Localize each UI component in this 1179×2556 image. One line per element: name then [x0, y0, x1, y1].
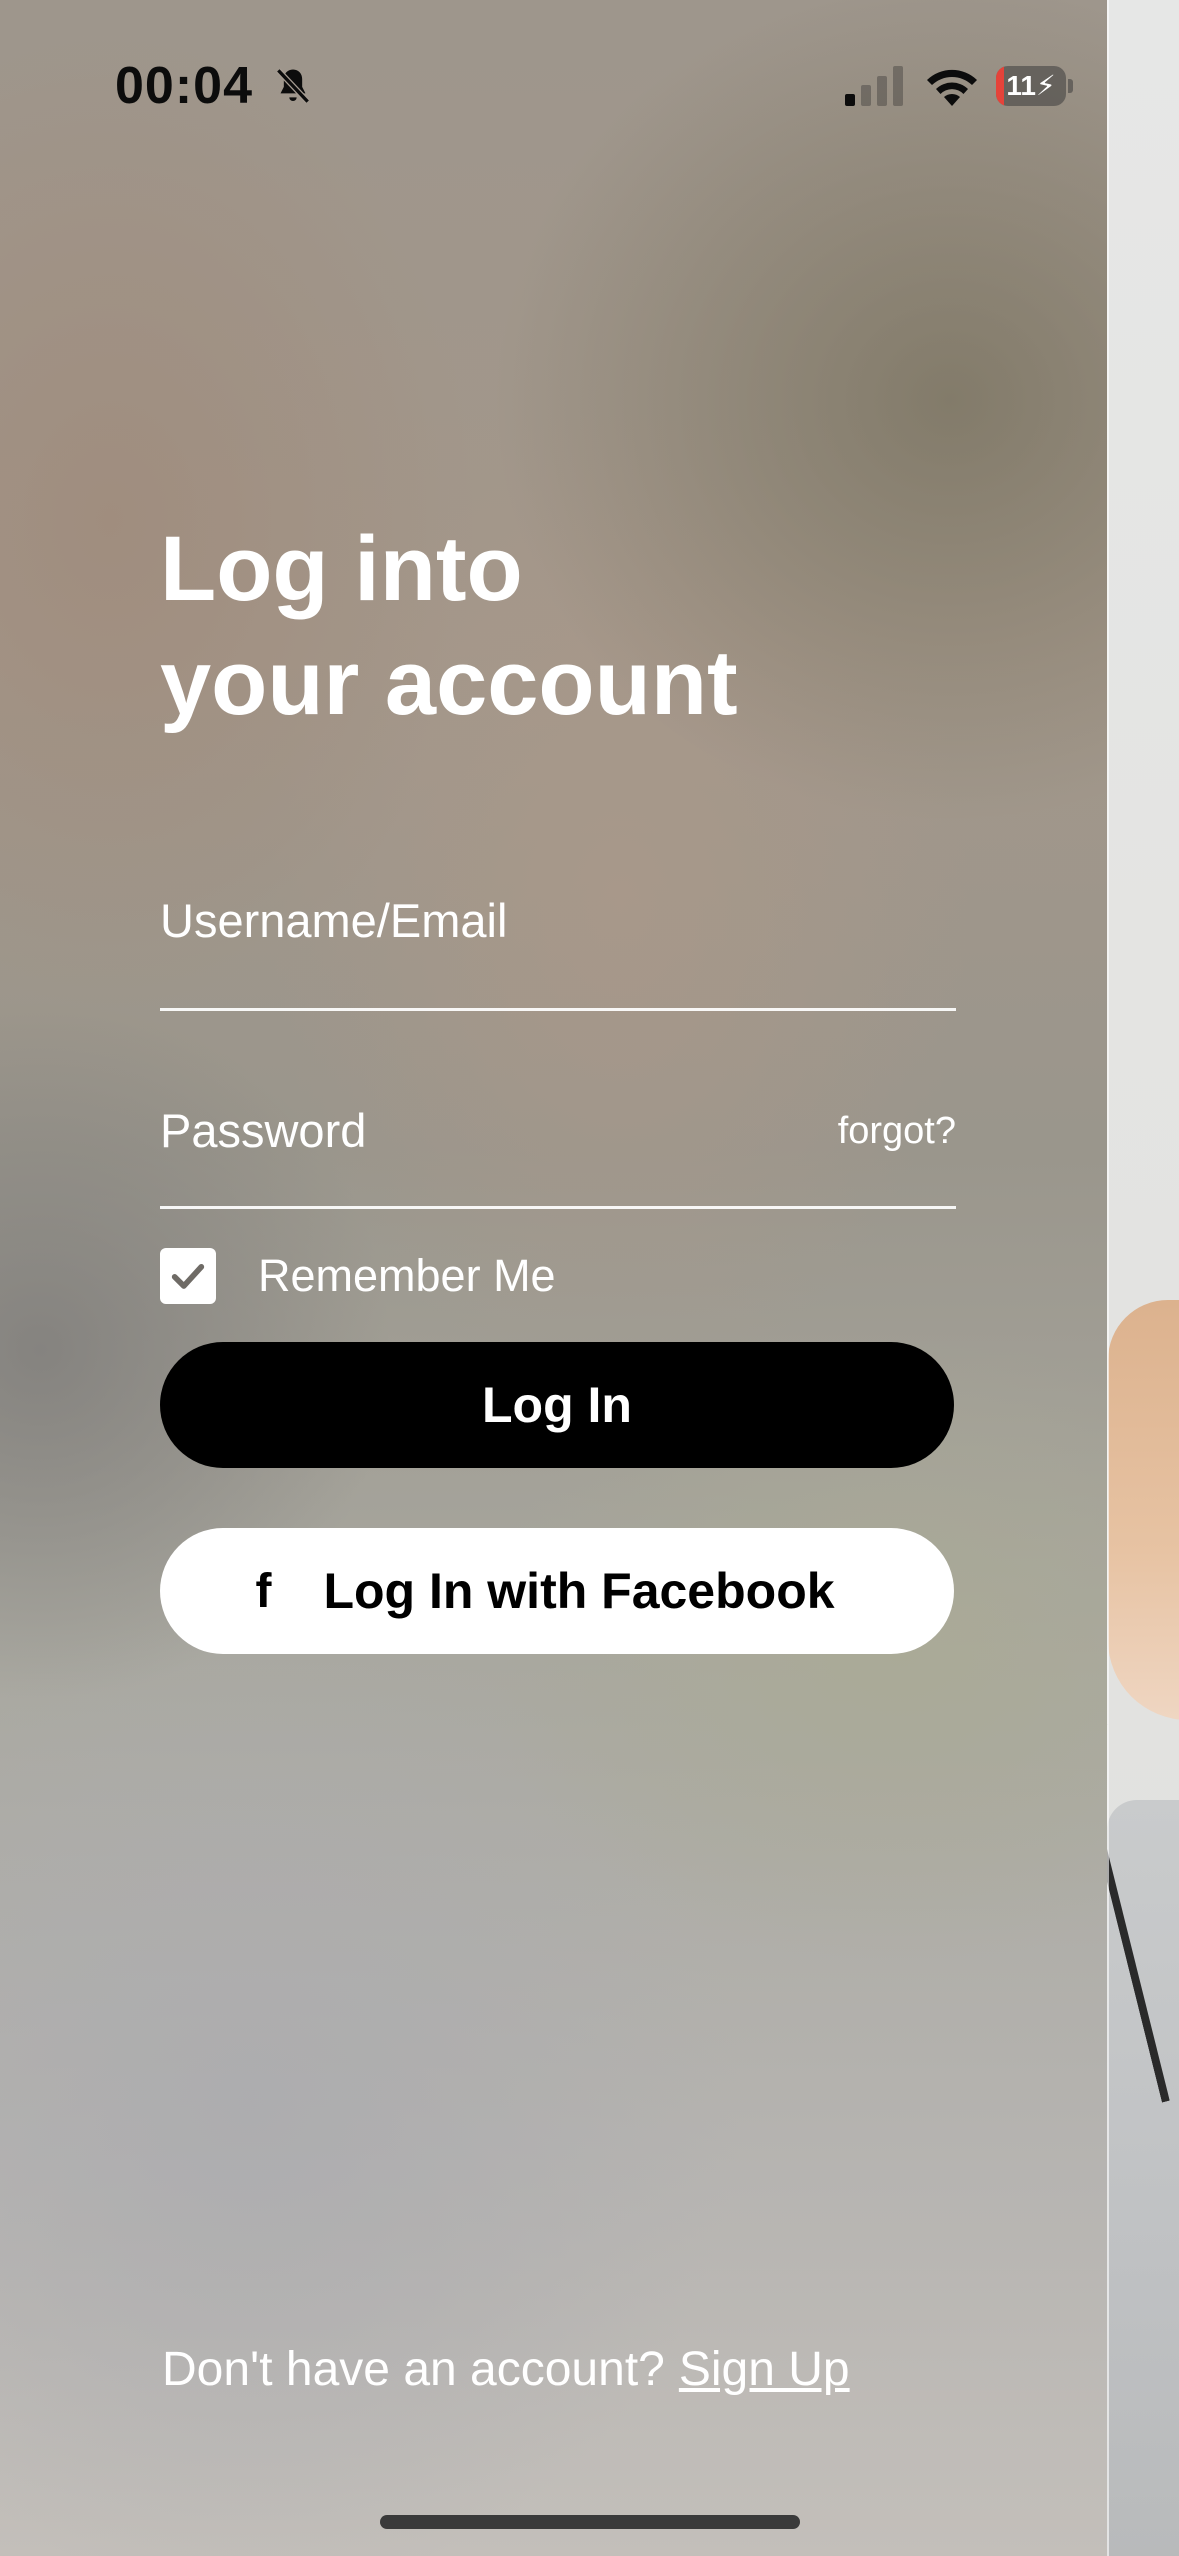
signup-link[interactable]: Sign Up — [679, 2343, 850, 2396]
battery-cap — [1068, 79, 1073, 93]
title-line-2: your account — [160, 632, 738, 734]
page-divider — [1107, 0, 1109, 2556]
username-field — [160, 880, 956, 1011]
status-time: 00:04 — [115, 57, 253, 115]
preview-arm — [1108, 1300, 1179, 1720]
login-screen: 00:04 11⚡ Log into your account forgot? — [0, 0, 1179, 2556]
username-input[interactable] — [160, 880, 820, 960]
login-button[interactable]: Log In — [160, 1342, 954, 1468]
battery-percentage: 11⚡ — [1006, 70, 1056, 101]
remember-me-checkbox[interactable] — [160, 1248, 216, 1304]
signup-prompt: Don't have an account? — [162, 2343, 665, 2396]
checkmark-icon — [171, 1264, 205, 1289]
forgot-password-link[interactable]: forgot? — [838, 1110, 956, 1153]
battery-charging-icon: 11⚡ — [996, 66, 1076, 106]
remember-me-row[interactable]: Remember Me — [160, 1248, 556, 1304]
password-field: forgot? — [160, 1090, 956, 1209]
cellular-signal-icon — [845, 66, 903, 106]
facebook-icon: f — [255, 1564, 272, 1618]
title-line-1: Log into — [160, 518, 523, 620]
bell-slash-icon — [276, 68, 310, 104]
facebook-login-button[interactable]: f Log In with Facebook — [160, 1528, 954, 1654]
signup-row: Don't have an account? Sign Up — [162, 2342, 850, 2397]
login-button-label: Log In — [482, 1377, 632, 1433]
next-page-preview[interactable] — [1107, 0, 1179, 2556]
remember-me-label: Remember Me — [258, 1250, 556, 1301]
home-indicator[interactable] — [380, 2515, 800, 2529]
page-title: Log into your account — [160, 512, 738, 740]
password-input[interactable] — [160, 1090, 820, 1170]
wifi-icon — [927, 69, 977, 106]
facebook-button-label: Log In with Facebook — [323, 1563, 835, 1619]
battery-body: 11⚡ — [996, 66, 1066, 106]
